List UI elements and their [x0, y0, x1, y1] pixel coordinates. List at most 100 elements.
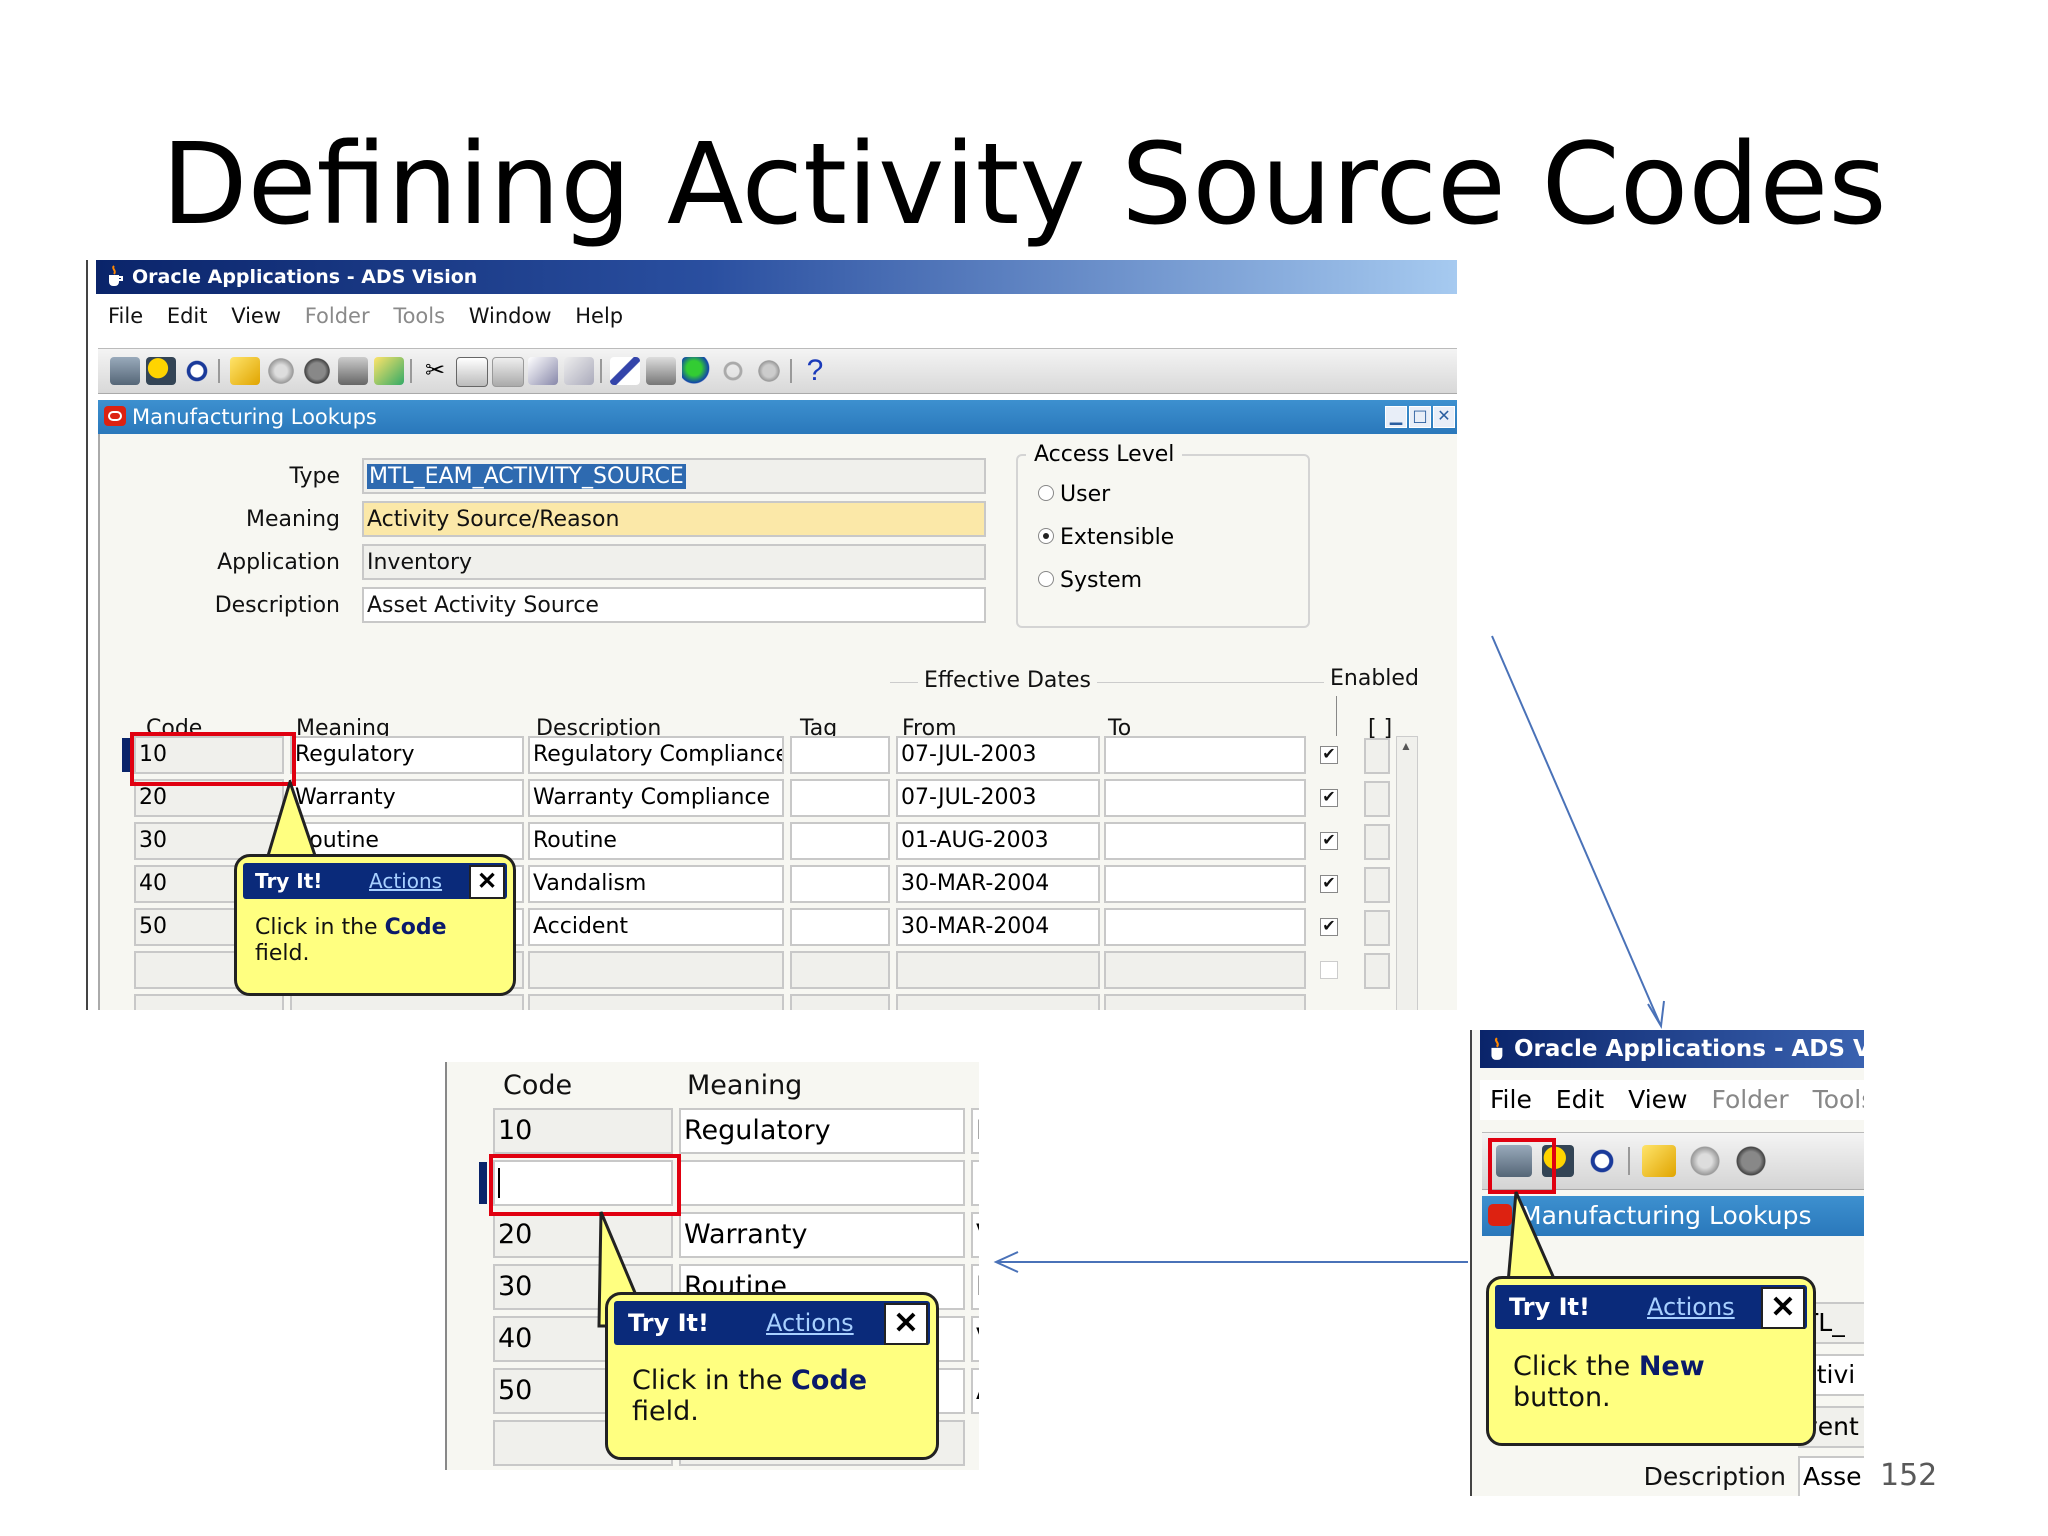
- access-level-extensible-radio[interactable]: Extensible: [1038, 525, 1174, 550]
- table-row-4-enabled-checkbox[interactable]: ✔: [1320, 875, 1338, 893]
- menu-folder[interactable]: Folder: [305, 304, 370, 328]
- maximize-icon[interactable]: □: [1409, 406, 1431, 428]
- print-icon[interactable]: [338, 357, 368, 385]
- table-row-2-to[interactable]: [1104, 779, 1306, 817]
- table-row-3-dff[interactable]: [1364, 824, 1390, 860]
- table-row-7-description[interactable]: [528, 994, 784, 1010]
- switch-responsibility-icon[interactable]: [302, 357, 332, 385]
- application-field[interactable]: Inventory: [362, 544, 986, 580]
- find-icon[interactable]: [146, 357, 176, 385]
- zoom-icon[interactable]: [646, 357, 676, 385]
- right-save-icon[interactable]: [1642, 1145, 1676, 1177]
- table-row-6-from[interactable]: [896, 951, 1100, 989]
- right-menu-tools[interactable]: Tools: [1813, 1085, 1864, 1114]
- menu-window[interactable]: Window: [469, 304, 552, 328]
- table-row-7-tag[interactable]: [790, 994, 890, 1010]
- table-row-7-to[interactable]: [1104, 994, 1306, 1010]
- table-row-1-dff[interactable]: [1364, 738, 1390, 774]
- scroll-up-icon[interactable]: ▲: [1400, 739, 1412, 753]
- table-row-5-from[interactable]: 30-MAR-2004: [896, 908, 1100, 946]
- table-row-5-to[interactable]: [1104, 908, 1306, 946]
- minimize-icon[interactable]: ▁: [1385, 406, 1407, 428]
- table-row-7-meaning[interactable]: [290, 994, 524, 1010]
- table-row-6-dff[interactable]: [1364, 953, 1390, 989]
- table-row-5-tag[interactable]: [790, 908, 890, 946]
- table-row-3-to[interactable]: [1104, 822, 1306, 860]
- zoom-callout-close-icon[interactable]: ✕: [884, 1303, 928, 1345]
- help-icon[interactable]: ?: [800, 356, 830, 386]
- menu-help[interactable]: Help: [575, 304, 623, 328]
- right-menu-edit[interactable]: Edit: [1556, 1085, 1604, 1114]
- zoom-row-1-meaning[interactable]: Regulatory: [679, 1108, 965, 1154]
- copy-icon[interactable]: [456, 357, 488, 387]
- right-description-field[interactable]: Asse: [1798, 1456, 1864, 1496]
- callout-actions-link[interactable]: Actions: [369, 869, 442, 893]
- cut-icon[interactable]: ✂: [420, 357, 450, 385]
- table-row-5-enabled-checkbox[interactable]: ✔: [1320, 918, 1338, 936]
- type-field[interactable]: MTL_EAM_ACTIVITY_SOURCE: [362, 458, 986, 494]
- right-callout-actions-link[interactable]: Actions: [1647, 1293, 1735, 1321]
- right-callout-close-icon[interactable]: ✕: [1761, 1287, 1805, 1329]
- right-switch-responsibility-icon[interactable]: [1734, 1145, 1768, 1177]
- right-menu-folder[interactable]: Folder: [1711, 1085, 1788, 1114]
- edit-field-icon[interactable]: [610, 357, 640, 385]
- table-row-7-code[interactable]: [134, 994, 284, 1010]
- zoom-row-3-meaning[interactable]: Warranty: [679, 1212, 965, 1258]
- translations-icon[interactable]: [682, 357, 712, 385]
- table-row-4-description[interactable]: Vandalism: [528, 865, 784, 903]
- table-row-6-description[interactable]: [528, 951, 784, 989]
- table-row-3-description[interactable]: Routine: [528, 822, 784, 860]
- save-icon[interactable]: [230, 357, 260, 385]
- new-record-icon[interactable]: [110, 357, 140, 385]
- right-menu-view[interactable]: View: [1628, 1085, 1687, 1114]
- menu-edit[interactable]: Edit: [167, 304, 208, 328]
- table-row-1-from[interactable]: 07-JUL-2003: [896, 736, 1100, 774]
- table-row-4-tag[interactable]: [790, 865, 890, 903]
- table-row-1-enabled-checkbox[interactable]: ✔: [1320, 746, 1338, 764]
- right-navigator-icon[interactable]: [1586, 1145, 1618, 1177]
- table-row-1-description[interactable]: Regulatory Compliance: [528, 736, 784, 774]
- table-row-2-description[interactable]: Warranty Compliance: [528, 779, 784, 817]
- next-step-icon[interactable]: [266, 357, 296, 385]
- table-row-2-dff[interactable]: [1364, 781, 1390, 817]
- navigator-icon[interactable]: [182, 357, 212, 385]
- clear-record-icon[interactable]: [528, 357, 558, 385]
- right-next-step-icon[interactable]: [1688, 1145, 1722, 1177]
- table-row-5-dff[interactable]: [1364, 910, 1390, 946]
- right-menu-file[interactable]: File: [1490, 1085, 1532, 1114]
- table-row-6-tag[interactable]: [790, 951, 890, 989]
- table-row-2-from[interactable]: 07-JUL-2003: [896, 779, 1100, 817]
- table-row-4-from[interactable]: 30-MAR-2004: [896, 865, 1100, 903]
- zoom-callout-actions-link[interactable]: Actions: [766, 1309, 854, 1337]
- folder-tools-icon[interactable]: [754, 357, 784, 385]
- paste-icon[interactable]: [492, 357, 524, 387]
- table-row-5-description[interactable]: Accident: [528, 908, 784, 946]
- table-row-3-tag[interactable]: [790, 822, 890, 860]
- table-row-4-dff[interactable]: [1364, 867, 1390, 903]
- menu-view[interactable]: View: [231, 304, 281, 328]
- delete-record-icon[interactable]: [564, 357, 594, 385]
- zoom-row-1-code[interactable]: 10: [493, 1108, 673, 1154]
- table-row-3-enabled-checkbox[interactable]: ✔: [1320, 832, 1338, 850]
- table-row-3-from[interactable]: 01-AUG-2003: [896, 822, 1100, 860]
- menu-file[interactable]: File: [108, 304, 143, 328]
- attachments-icon[interactable]: [718, 357, 748, 385]
- table-scrollbar[interactable]: ▲: [1396, 736, 1418, 1010]
- zoom-new-meaning-field[interactable]: [679, 1160, 965, 1206]
- description-field[interactable]: Asset Activity Source: [362, 587, 986, 623]
- close-icon[interactable]: ✕: [1433, 406, 1455, 428]
- table-row-6-to[interactable]: [1104, 951, 1306, 989]
- menu-tools[interactable]: Tools: [393, 304, 445, 328]
- callout-close-icon[interactable]: ✕: [469, 865, 505, 899]
- table-row-6-enabled-checkbox[interactable]: [1320, 961, 1338, 979]
- table-row-2-tag[interactable]: [790, 779, 890, 817]
- table-row-4-to[interactable]: [1104, 865, 1306, 903]
- meaning-field[interactable]: Activity Source/Reason: [362, 501, 986, 537]
- access-level-system-radio[interactable]: System: [1038, 568, 1142, 593]
- table-row-1-meaning[interactable]: Regulatory: [290, 736, 524, 774]
- close-form-icon[interactable]: [374, 357, 404, 385]
- table-row-7-from[interactable]: [896, 994, 1100, 1010]
- table-row-2-enabled-checkbox[interactable]: ✔: [1320, 789, 1338, 807]
- access-level-user-radio[interactable]: User: [1038, 482, 1110, 507]
- table-row-1-to[interactable]: [1104, 736, 1306, 774]
